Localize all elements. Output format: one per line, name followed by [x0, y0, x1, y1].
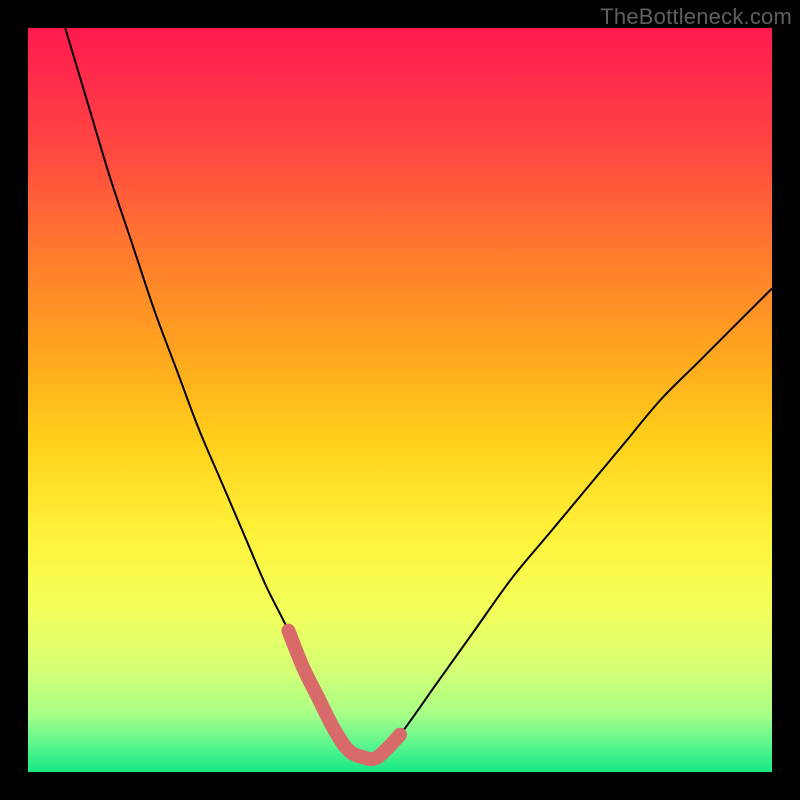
- plot-area: [28, 28, 772, 772]
- bottleneck-chart: [28, 28, 772, 772]
- watermark-text: TheBottleneck.com: [600, 4, 792, 30]
- chart-container: TheBottleneck.com: [0, 0, 800, 800]
